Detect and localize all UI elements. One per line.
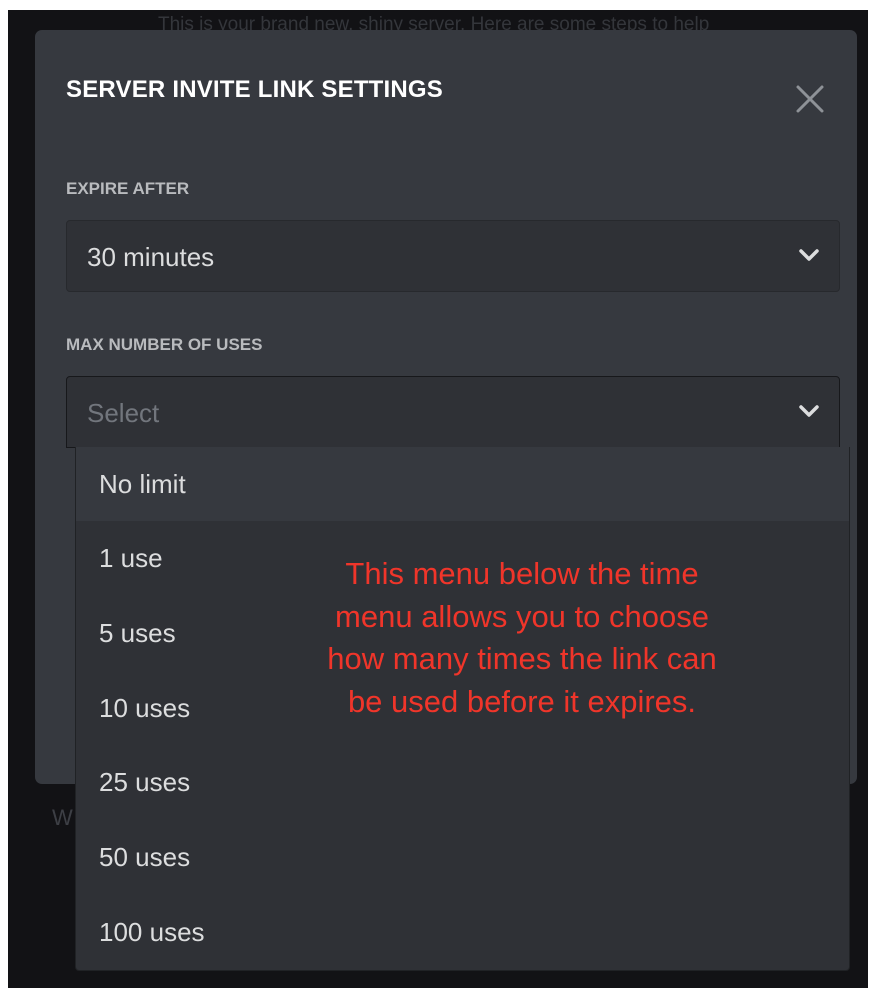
option-100-uses[interactable]: 100 uses — [76, 895, 849, 969]
option-label: 10 uses — [99, 693, 191, 723]
option-label: 50 uses — [99, 842, 191, 872]
annotation-text: This menu below the time menu allows you… — [327, 556, 717, 719]
option-label: 25 uses — [99, 767, 191, 797]
chevron-down-icon — [799, 405, 819, 417]
option-label: 100 uses — [99, 917, 205, 947]
max-uses-placeholder: Select — [87, 398, 160, 428]
option-label: No limit — [99, 469, 186, 499]
max-uses-label: MAX NUMBER OF USES — [66, 335, 263, 354]
option-25-uses[interactable]: 25 uses — [76, 745, 849, 819]
option-label: 1 use — [99, 543, 163, 573]
close-button[interactable] — [793, 82, 827, 116]
close-icon — [796, 85, 824, 113]
modal-title: SERVER INVITE LINK SETTINGS — [66, 76, 444, 103]
option-50-uses[interactable]: 50 uses — [76, 820, 849, 894]
expire-after-select[interactable]: 30 minutes — [66, 220, 840, 292]
option-label: 5 uses — [99, 618, 176, 648]
option-no-limit[interactable]: No limit — [76, 447, 849, 521]
chevron-down-icon — [799, 249, 819, 261]
expire-after-label: EXPIRE AFTER — [66, 179, 190, 198]
max-uses-select[interactable]: Select — [66, 376, 840, 448]
background-text-fragment: W — [52, 805, 73, 830]
expire-after-value: 30 minutes — [87, 242, 215, 272]
